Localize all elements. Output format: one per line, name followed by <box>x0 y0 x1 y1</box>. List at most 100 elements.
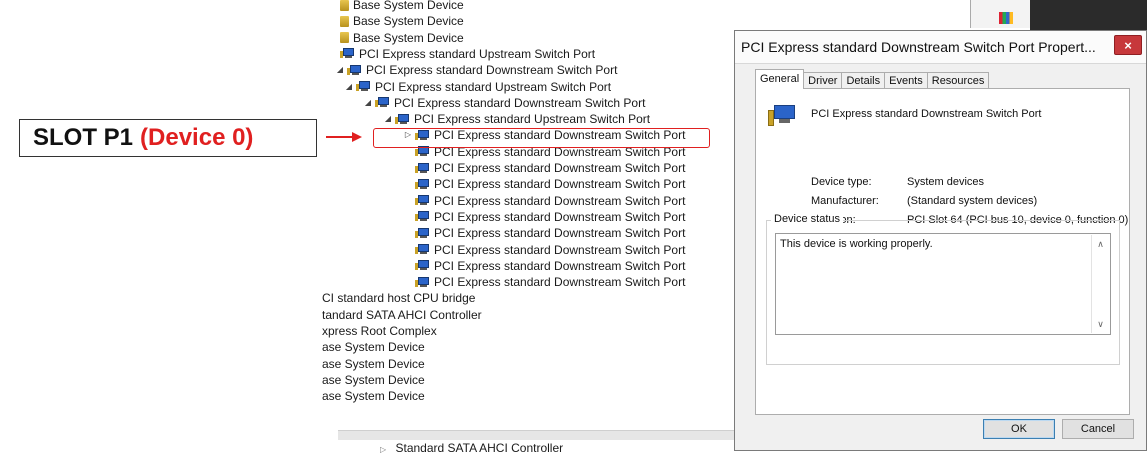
tree-row-label: PCI Express standard Downstream Switch P… <box>434 209 686 224</box>
tree-row[interactable]: PCI Express standard Downstream Switch P… <box>415 242 685 258</box>
tree-row[interactable]: tandard SATA AHCI Controller <box>322 307 482 323</box>
tree-row[interactable]: ◢ PCI Express standard Downstream Switch … <box>335 62 618 78</box>
tree-row[interactable]: PCI Express standard Downstream Switch P… <box>415 225 685 241</box>
device-type-value: System devices <box>907 176 985 188</box>
tree-row[interactable]: PCI Express standard Downstream Switch P… <box>415 160 685 176</box>
tab-general[interactable]: General <box>755 69 805 89</box>
properties-dialog: PCI Express standard Downstream Switch P… <box>734 30 1147 451</box>
device-name: PCI Express standard Downstream Switch P… <box>811 108 1042 120</box>
expander-icon[interactable]: ◢ <box>363 95 373 111</box>
tree-row-label: PCI Express standard Downstream Switch P… <box>434 258 686 273</box>
background-window-fragment <box>970 0 1031 28</box>
tree-row-label: PCI Express standard Downstream Switch P… <box>434 193 686 208</box>
tree-row[interactable]: ◢ PCI Express standard Downstream Switch … <box>363 95 646 111</box>
pci-device-icon <box>415 211 430 222</box>
tree-row[interactable]: ◢ PCI Express standard Upstream Switch Po… <box>383 111 650 127</box>
tab-resources[interactable]: Resources <box>926 72 990 89</box>
device-status-legend: Device status <box>771 213 844 225</box>
tree-row-label: tandard SATA AHCI Controller <box>322 307 482 322</box>
tree-row-label: Base System Device <box>353 14 464 29</box>
pci-device-icon <box>356 81 371 92</box>
tab-events[interactable]: Events <box>884 72 928 89</box>
tree-row-label: PCI Express standard Downstream Switch P… <box>434 161 686 175</box>
tree-row-label: PCI Express standard Downstream Switch P… <box>366 63 618 78</box>
tab-driver[interactable]: Driver <box>803 72 843 89</box>
expander-icon[interactable]: ◢ <box>344 79 354 95</box>
manufacturer-value: (Standard system devices) <box>907 195 1038 207</box>
tree-row[interactable]: Base System Device <box>340 0 464 13</box>
tree-row-label: PCI Express standard Downstream Switch P… <box>434 275 686 290</box>
tree-row[interactable]: ase System Device <box>322 388 425 404</box>
tree-row-label: PCI Express standard Downstream Switch P… <box>434 242 686 257</box>
tree-row-label: Standard SATA AHCI Controller <box>395 441 564 455</box>
slot-label-device: (Device 0) <box>140 124 254 151</box>
tree-row-label: ase System Device <box>322 372 425 387</box>
selection-highlight-box <box>373 128 710 148</box>
expander-icon[interactable]: ◢ <box>383 111 393 127</box>
tree-row[interactable]: PCI Express standard Downstream Switch P… <box>415 258 685 274</box>
tree-row-label: PCI Express standard Upstream Switch Por… <box>359 46 596 61</box>
pci-device-icon <box>375 97 390 108</box>
close-button[interactable]: × <box>1114 35 1142 55</box>
pci-device-icon <box>415 276 430 288</box>
device-status-text: This device is working properly. <box>780 238 933 250</box>
tree-row-label: PCI Express standard Downstream Switch P… <box>434 226 686 241</box>
tree-row[interactable]: PCI Express standard Downstream Switch P… <box>415 274 685 290</box>
tree-row[interactable]: Base System Device <box>340 13 464 29</box>
tree-row-label: CI standard host CPU bridge <box>322 291 476 306</box>
cancel-button[interactable]: Cancel <box>1062 419 1134 439</box>
tree-row-label: ase System Device <box>322 356 425 371</box>
scroll-up-icon[interactable]: ∧ <box>1092 236 1109 252</box>
pci-device-icon <box>415 244 430 255</box>
scroll-down-icon[interactable]: ∨ <box>1092 316 1109 332</box>
tree-row[interactable]: xpress Root Complex <box>322 323 437 339</box>
slot-annotation-label: SLOT P1 (Device 0) <box>19 119 317 157</box>
app-icon <box>999 12 1013 24</box>
tab-bar: General Driver Details Events Resources <box>755 69 990 89</box>
pci-device-icon <box>415 227 430 239</box>
tree-row-label: PCI Express standard Upstream Switch Por… <box>414 112 651 127</box>
tree-row-label: ase System Device <box>322 340 425 355</box>
pci-device-icon <box>766 102 796 128</box>
pci-device-icon <box>347 64 362 76</box>
tree-row[interactable]: ase System Device <box>322 372 425 388</box>
expander-icon[interactable]: ◢ <box>335 62 345 78</box>
device-status-textbox[interactable]: This device is working properly. ∧ ∨ <box>775 233 1111 335</box>
manufacturer-label: Manufacturer: <box>811 195 879 207</box>
general-tab-panel: PCI Express standard Downstream Switch P… <box>755 88 1130 415</box>
tree-row[interactable]: ◢ PCI Express standard Upstream Switch Po… <box>344 79 611 95</box>
tree-row[interactable]: Base System Device <box>340 30 464 46</box>
tab-details[interactable]: Details <box>841 72 886 89</box>
pci-device-icon <box>415 162 430 174</box>
tree-row[interactable]: CI standard host CPU bridge <box>322 290 475 306</box>
tree-row[interactable]: PCI Express standard Downstream Switch P… <box>415 209 685 225</box>
tree-row[interactable]: PCI Express standard Downstream Switch P… <box>415 176 685 192</box>
slot-label-text: SLOT P1 <box>33 124 134 151</box>
tree-row-label: ase System Device <box>322 389 425 404</box>
pci-device-icon <box>340 48 355 59</box>
tree-row-label: xpress Root Complex <box>322 324 437 338</box>
system-device-icon <box>340 32 349 44</box>
device-tree: Base System Device Base System Device Base… <box>322 0 742 415</box>
system-device-icon <box>340 0 349 11</box>
tree-row-partial[interactable]: ▷ Standard SATA AHCI Controller <box>380 441 563 455</box>
tree-row-label: Base System Device <box>353 0 464 12</box>
ok-button[interactable]: OK <box>983 419 1055 439</box>
system-device-icon <box>340 15 349 27</box>
pci-device-icon <box>415 260 430 271</box>
tree-row-label: PCI Express standard Upstream Switch Por… <box>375 79 612 94</box>
pci-device-icon <box>395 113 410 125</box>
horizontal-scrollbar[interactable] <box>338 430 738 440</box>
vertical-scrollbar[interactable]: ∧ ∨ <box>1091 235 1109 333</box>
tree-row-label: PCI Express standard Downstream Switch P… <box>434 177 686 192</box>
tree-row[interactable]: PCI Express standard Upstream Switch Por… <box>340 46 595 62</box>
tree-row[interactable]: ase System Device <box>322 339 425 355</box>
tree-row[interactable]: ase System Device <box>322 356 425 372</box>
dialog-title-bar[interactable]: PCI Express standard Downstream Switch P… <box>735 31 1146 64</box>
expander-icon[interactable]: ▷ <box>380 445 386 454</box>
device-type-label: Device type: <box>811 176 872 188</box>
tree-row[interactable]: PCI Express standard Downstream Switch P… <box>415 193 685 209</box>
dialog-title: PCI Express standard Downstream Switch P… <box>741 39 1096 55</box>
pci-device-icon <box>415 195 430 206</box>
tree-row-label: PCI Express standard Downstream Switch P… <box>394 95 646 110</box>
